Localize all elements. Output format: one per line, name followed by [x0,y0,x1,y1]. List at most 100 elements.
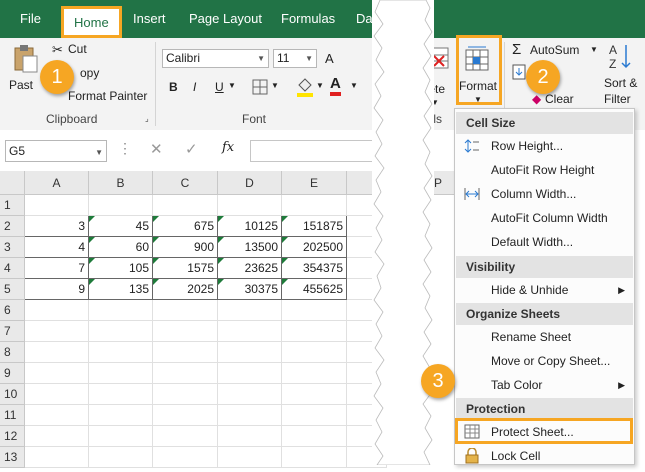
cut-button[interactable]: Cut [68,42,87,56]
chevron-down-icon[interactable]: ▼ [271,81,279,90]
table-cell[interactable] [218,342,282,363]
table-cell[interactable]: 2025 [153,279,218,300]
row-header[interactable]: 6 [0,300,25,321]
menu-item-lock-cell[interactable]: Lock Cell [456,444,633,468]
table-cell[interactable] [153,405,218,426]
table-cell[interactable]: 202500 [282,237,347,258]
table-cell[interactable] [153,384,218,405]
paste-icon[interactable] [12,44,38,74]
table-cell[interactable]: 45 [89,216,153,237]
table-cell[interactable] [282,426,347,447]
table-cell[interactable] [25,321,89,342]
table-cell[interactable] [218,426,282,447]
copy-button[interactable]: opy [80,66,99,80]
table-cell[interactable] [153,342,218,363]
table-cell[interactable] [153,321,218,342]
table-cell[interactable] [25,342,89,363]
bold-button[interactable]: B [169,80,178,94]
table-cell[interactable] [89,300,153,321]
table-cell[interactable]: 455625 [282,279,347,300]
table-cell[interactable]: 354375 [282,258,347,279]
table-cell[interactable] [25,195,89,216]
table-cell[interactable] [89,342,153,363]
font-size-combo[interactable]: 11 ▼ [273,49,317,68]
tab-file[interactable]: File [20,0,41,38]
table-cell[interactable] [282,405,347,426]
format-painter-button[interactable]: Format Painter [68,89,147,103]
tab-data[interactable]: Da [356,0,373,38]
table-cell[interactable] [89,363,153,384]
insert-function-button[interactable]: fx [222,140,234,155]
table-cell[interactable]: 900 [153,237,218,258]
table-cell[interactable]: 9 [25,279,89,300]
fill-icon[interactable] [512,64,526,83]
table-cell[interactable] [25,384,89,405]
menu-item-tab-color[interactable]: Tab Color ▶ [456,373,633,397]
sort-filter-button[interactable]: Sort & [604,76,637,90]
table-cell[interactable] [282,321,347,342]
table-cell[interactable]: 675 [153,216,218,237]
chevron-down-icon[interactable]: ▼ [316,81,324,90]
row-header[interactable]: 4 [0,258,25,279]
tab-insert[interactable]: Insert [133,0,166,38]
row-header[interactable]: 1 [0,195,25,216]
col-header[interactable]: B [89,171,153,195]
borders-icon[interactable] [252,79,268,98]
table-cell[interactable] [282,300,347,321]
table-cell[interactable] [25,300,89,321]
row-header[interactable]: 12 [0,426,25,447]
table-cell[interactable]: 60 [89,237,153,258]
row-header[interactable]: 11 [0,405,25,426]
menu-item-rename-sheet[interactable]: Rename Sheet [456,325,633,349]
tab-page-layout[interactable]: Page Layout [189,0,262,38]
menu-item-autofit-column[interactable]: AutoFit Column Width [456,206,633,230]
row-header[interactable]: 5 [0,279,25,300]
table-cell[interactable] [282,195,347,216]
grow-font-icon[interactable]: A [325,51,334,66]
row-header[interactable]: 3 [0,237,25,258]
menu-item-autofit-row[interactable]: AutoFit Row Height [456,158,633,182]
table-cell[interactable] [89,321,153,342]
table-cell[interactable] [218,300,282,321]
tab-home[interactable]: Home [61,6,122,38]
col-header[interactable]: C [153,171,218,195]
table-cell[interactable] [25,405,89,426]
table-cell[interactable] [153,426,218,447]
table-cell[interactable] [89,405,153,426]
table-cell[interactable] [218,384,282,405]
format-button[interactable] [456,35,502,105]
table-cell[interactable]: 7 [25,258,89,279]
table-cell[interactable] [218,321,282,342]
col-header[interactable]: A [25,171,89,195]
table-cell[interactable]: 30375 [218,279,282,300]
table-cell[interactable] [218,405,282,426]
name-box[interactable]: G5 ▼ [5,140,107,162]
font-name-combo[interactable]: Calibri ▼ [162,49,269,68]
tab-formulas[interactable]: Formulas [281,0,335,38]
table-cell[interactable]: 135 [89,279,153,300]
formula-input[interactable] [250,140,380,162]
underline-button[interactable]: U [215,80,224,94]
table-cell[interactable] [282,342,347,363]
clear-button[interactable]: Clear [545,92,574,106]
table-cell[interactable]: 13500 [218,237,282,258]
col-header[interactable]: E [282,171,347,195]
table-cell[interactable] [153,195,218,216]
table-cell[interactable]: 3 [25,216,89,237]
table-cell[interactable] [218,363,282,384]
table-cell[interactable] [153,300,218,321]
table-cell[interactable]: 151875 [282,216,347,237]
table-cell[interactable] [282,363,347,384]
table-cell[interactable] [25,426,89,447]
clipboard-launcher-icon[interactable]: ⌟ [145,114,149,123]
menu-item-row-height[interactable]: Row Height... [456,134,633,158]
row-header[interactable]: 8 [0,342,25,363]
autosum-button[interactable]: AutoSum [530,43,579,57]
menu-item-move-copy[interactable]: Move or Copy Sheet... [456,349,633,373]
table-cell[interactable]: 4 [25,237,89,258]
chevron-down-icon[interactable]: ▼ [590,45,598,54]
table-cell[interactable]: 105 [89,258,153,279]
col-header[interactable]: D [218,171,282,195]
table-cell[interactable] [282,384,347,405]
menu-item-column-width[interactable]: Column Width... [456,182,633,206]
